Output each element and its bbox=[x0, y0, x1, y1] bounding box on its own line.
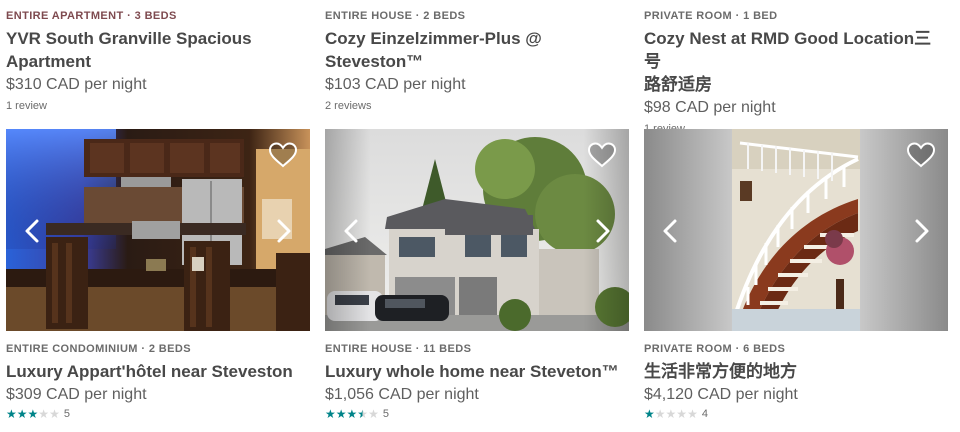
star-icon: ★ bbox=[325, 407, 336, 421]
listing-photo-3[interactable] bbox=[644, 129, 948, 331]
staircase-photo bbox=[644, 129, 948, 331]
star-icon: ★ bbox=[654, 407, 666, 421]
listing-photo-2[interactable] bbox=[325, 129, 629, 331]
kitchen-photo bbox=[6, 129, 310, 331]
star-icon: ★ bbox=[6, 407, 17, 421]
listing-card-1[interactable]: ENTIRE CONDOMINIUM · 2 BEDS Luxury Appar… bbox=[6, 342, 310, 421]
star-rating: ★★★★★ 5 bbox=[6, 407, 310, 421]
listing-card-2[interactable]: ENTIRE HOUSE · 11 BEDS Luxury whole home… bbox=[325, 342, 629, 421]
star-icon: ★ bbox=[335, 407, 347, 421]
stars: ★★★★★ bbox=[644, 405, 698, 423]
rating-review-count: 5 bbox=[382, 408, 389, 420]
listing-price: $4,120 CAD per night bbox=[644, 386, 798, 403]
listing-type-label: ENTIRE HOUSE · 2 BEDS bbox=[325, 10, 466, 22]
listing-card-top-3[interactable]: PRIVATE ROOM · 1 BED Cozy Nest at RMD Go… bbox=[644, 9, 948, 136]
listing-price: $309 CAD per night bbox=[6, 386, 147, 403]
chevron-right-icon[interactable] bbox=[591, 217, 615, 245]
chevron-left-icon[interactable] bbox=[658, 217, 682, 245]
rating-review-count: 4 bbox=[701, 408, 708, 420]
star-rating: ★★★★★ 5 bbox=[325, 407, 629, 421]
listing-price: $1,056 CAD per night bbox=[325, 386, 479, 403]
listing-type-label: ENTIRE CONDOMINIUM · 2 BEDS bbox=[6, 343, 191, 355]
star-icon: ★ bbox=[665, 407, 677, 421]
listing-card-3[interactable]: PRIVATE ROOM · 6 BEDS 生活非常方便的地方 $4,120 C… bbox=[644, 342, 948, 421]
listing-title[interactable]: 生活非常方便的地方 bbox=[644, 360, 948, 383]
chevron-left-icon[interactable] bbox=[339, 217, 363, 245]
heart-outline-icon[interactable] bbox=[587, 141, 617, 169]
star-icon: ★ bbox=[27, 407, 39, 421]
listing-title-line1[interactable]: YVR South Granville Spacious bbox=[6, 29, 252, 48]
listing-card-top-2[interactable]: ENTIRE HOUSE · 2 BEDS Cozy Einzelzimmer-… bbox=[325, 9, 629, 113]
star-rating: ★★★★★ 4 bbox=[644, 407, 948, 421]
listing-title[interactable]: YVR South Granville Spacious Apartment bbox=[6, 27, 310, 73]
listing-title-line2[interactable]: Apartment bbox=[6, 52, 91, 71]
star-icon: ★ bbox=[644, 407, 655, 421]
listing-card-top-1[interactable]: ENTIRE APARTMENT · 3 BEDS YVR South Gran… bbox=[6, 9, 310, 113]
listing-title-line2[interactable]: Steveston™ bbox=[325, 52, 423, 71]
listing-title[interactable]: Luxury whole home near Steveton™ bbox=[325, 360, 629, 383]
listing-type-label: PRIVATE ROOM · 6 BEDS bbox=[644, 343, 786, 355]
listing-title[interactable]: Luxury Appart'hôtel near Steveston bbox=[6, 360, 310, 383]
listing-review-count: 1 review bbox=[6, 100, 47, 112]
listing-title-line2[interactable]: 路舒适房 bbox=[644, 75, 712, 94]
listing-review-count: 2 reviews bbox=[325, 100, 372, 112]
star-icon: ★ bbox=[357, 407, 369, 421]
star-icon: ★ bbox=[38, 407, 50, 421]
listing-type-label: ENTIRE APARTMENT · 3 BEDS bbox=[6, 10, 177, 22]
chevron-left-icon[interactable] bbox=[20, 217, 44, 245]
stars: ★★★★★ bbox=[6, 405, 60, 423]
star-icon: ★ bbox=[16, 407, 28, 421]
listing-title-line1[interactable]: Cozy Nest at RMD Good Location三号 bbox=[644, 29, 931, 71]
listing-price: $103 CAD per night bbox=[325, 76, 466, 93]
listing-title-line1[interactable]: Cozy Einzelzimmer-Plus @ bbox=[325, 29, 542, 48]
listing-price: $98 CAD per night bbox=[644, 99, 776, 116]
chevron-right-icon[interactable] bbox=[272, 217, 296, 245]
star-icon: ★ bbox=[49, 407, 60, 421]
listing-title[interactable]: Cozy Einzelzimmer-Plus @ Steveston™ bbox=[325, 27, 629, 73]
listing-photo-1[interactable] bbox=[6, 129, 310, 331]
listing-price: $310 CAD per night bbox=[6, 76, 147, 93]
stars: ★★★★★ bbox=[325, 405, 379, 423]
star-icon: ★ bbox=[368, 407, 379, 421]
listing-type-label: PRIVATE ROOM · 1 BED bbox=[644, 10, 778, 22]
heart-outline-icon[interactable] bbox=[268, 141, 298, 169]
house-photo bbox=[325, 129, 629, 331]
star-icon: ★ bbox=[687, 407, 698, 421]
listing-type-label: ENTIRE HOUSE · 11 BEDS bbox=[325, 343, 472, 355]
rating-review-count: 5 bbox=[63, 408, 70, 420]
listing-title[interactable]: Cozy Nest at RMD Good Location三号 路舒适房 bbox=[644, 27, 948, 96]
chevron-right-icon[interactable] bbox=[910, 217, 934, 245]
star-icon: ★ bbox=[346, 407, 358, 421]
star-icon: ★ bbox=[676, 407, 688, 421]
heart-outline-icon[interactable] bbox=[906, 141, 936, 169]
